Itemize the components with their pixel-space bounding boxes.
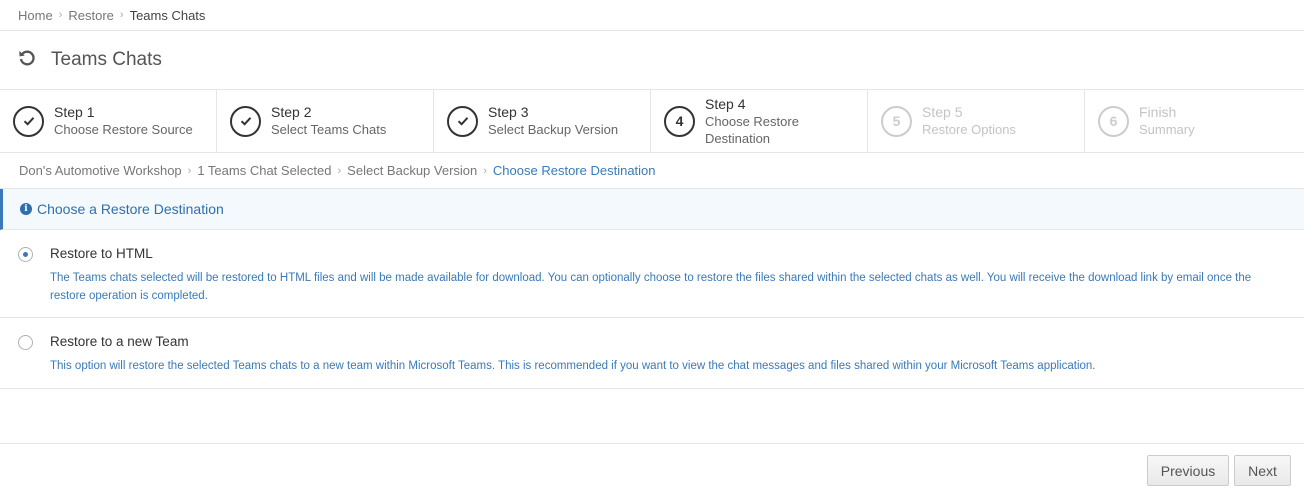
info-banner-text: Choose a Restore Destination xyxy=(37,201,224,217)
selection-backup-version[interactable]: Select Backup Version xyxy=(347,163,477,178)
step-1-label: Step 1 xyxy=(54,104,95,120)
breadcrumb-home-link[interactable]: Home xyxy=(18,8,53,23)
info-icon: i xyxy=(20,203,32,215)
checkmark-icon xyxy=(230,105,261,137)
option-restore-html[interactable]: Restore to HTML The Teams chats selected… xyxy=(0,230,1304,318)
footer-divider xyxy=(0,443,1304,444)
step-5: 5 Step 5 Restore Options xyxy=(868,90,1085,152)
page-title: Teams Chats xyxy=(51,49,162,70)
breadcrumb: Home › Restore › Teams Chats xyxy=(0,0,1304,31)
chevron-right-icon: › xyxy=(187,164,192,177)
step-2-desc: Select Teams Chats xyxy=(271,122,387,137)
step-1-desc: Choose Restore Source xyxy=(54,122,193,137)
option-restore-html-title: Restore to HTML xyxy=(50,246,153,261)
step-5-label: Step 5 xyxy=(922,104,963,120)
step-4-desc: Choose Restore Destination xyxy=(705,113,799,146)
step-2[interactable]: Step 2 Select Teams Chats xyxy=(217,90,434,152)
wizard-steps: Step 1 Choose Restore Source Step 2 Sele… xyxy=(0,90,1304,153)
step-1[interactable]: Step 1 Choose Restore Source xyxy=(0,90,217,152)
info-banner: i Choose a Restore Destination xyxy=(0,189,1304,230)
chevron-right-icon: › xyxy=(119,9,124,21)
step-4-number: 4 xyxy=(664,105,695,137)
step-3[interactable]: Step 3 Select Backup Version xyxy=(434,90,651,152)
page-header: Teams Chats xyxy=(0,31,1304,90)
step-2-label: Step 2 xyxy=(271,104,312,120)
step-4: 4 Step 4 Choose Restore Destination xyxy=(651,90,868,152)
checkmark-icon xyxy=(447,105,478,137)
chevron-right-icon: › xyxy=(58,9,63,21)
step-5-number: 5 xyxy=(881,105,912,137)
restore-icon xyxy=(17,48,37,73)
step-4-label: Step 4 xyxy=(705,95,746,112)
chevron-right-icon: › xyxy=(337,164,342,177)
next-button[interactable]: Next xyxy=(1234,455,1291,486)
option-restore-new-team-title: Restore to a new Team xyxy=(50,334,189,349)
step-finish: 6 Finish Summary xyxy=(1085,90,1304,152)
selection-chats[interactable]: 1 Teams Chat Selected xyxy=(197,163,331,178)
option-restore-new-team[interactable]: Restore to a new Team This option will r… xyxy=(0,318,1304,389)
step-finish-label: Finish xyxy=(1139,104,1177,120)
breadcrumb-restore-link[interactable]: Restore xyxy=(68,8,114,23)
step-finish-desc: Summary xyxy=(1139,122,1195,137)
step-3-desc: Select Backup Version xyxy=(488,122,619,137)
chevron-right-icon: › xyxy=(483,164,487,177)
step-5-desc: Restore Options xyxy=(922,122,1016,137)
previous-button[interactable]: Previous xyxy=(1147,455,1229,486)
selection-breadcrumb: Don's Automotive Workshop › 1 Teams Chat… xyxy=(0,153,1304,189)
option-restore-html-desc: The Teams chats selected will be restore… xyxy=(50,272,1252,302)
breadcrumb-current: Teams Chats xyxy=(129,7,206,23)
checkmark-icon xyxy=(13,105,44,137)
step-3-label: Step 3 xyxy=(488,104,529,120)
option-restore-new-team-desc: This option will restore the selected Te… xyxy=(50,360,1096,372)
step-finish-number: 6 xyxy=(1098,105,1129,137)
radio-restore-new-team[interactable] xyxy=(18,335,33,350)
selection-organization[interactable]: Don's Automotive Workshop xyxy=(19,163,182,178)
radio-restore-html[interactable] xyxy=(18,247,33,262)
selection-current: Choose Restore Destination xyxy=(492,163,656,178)
